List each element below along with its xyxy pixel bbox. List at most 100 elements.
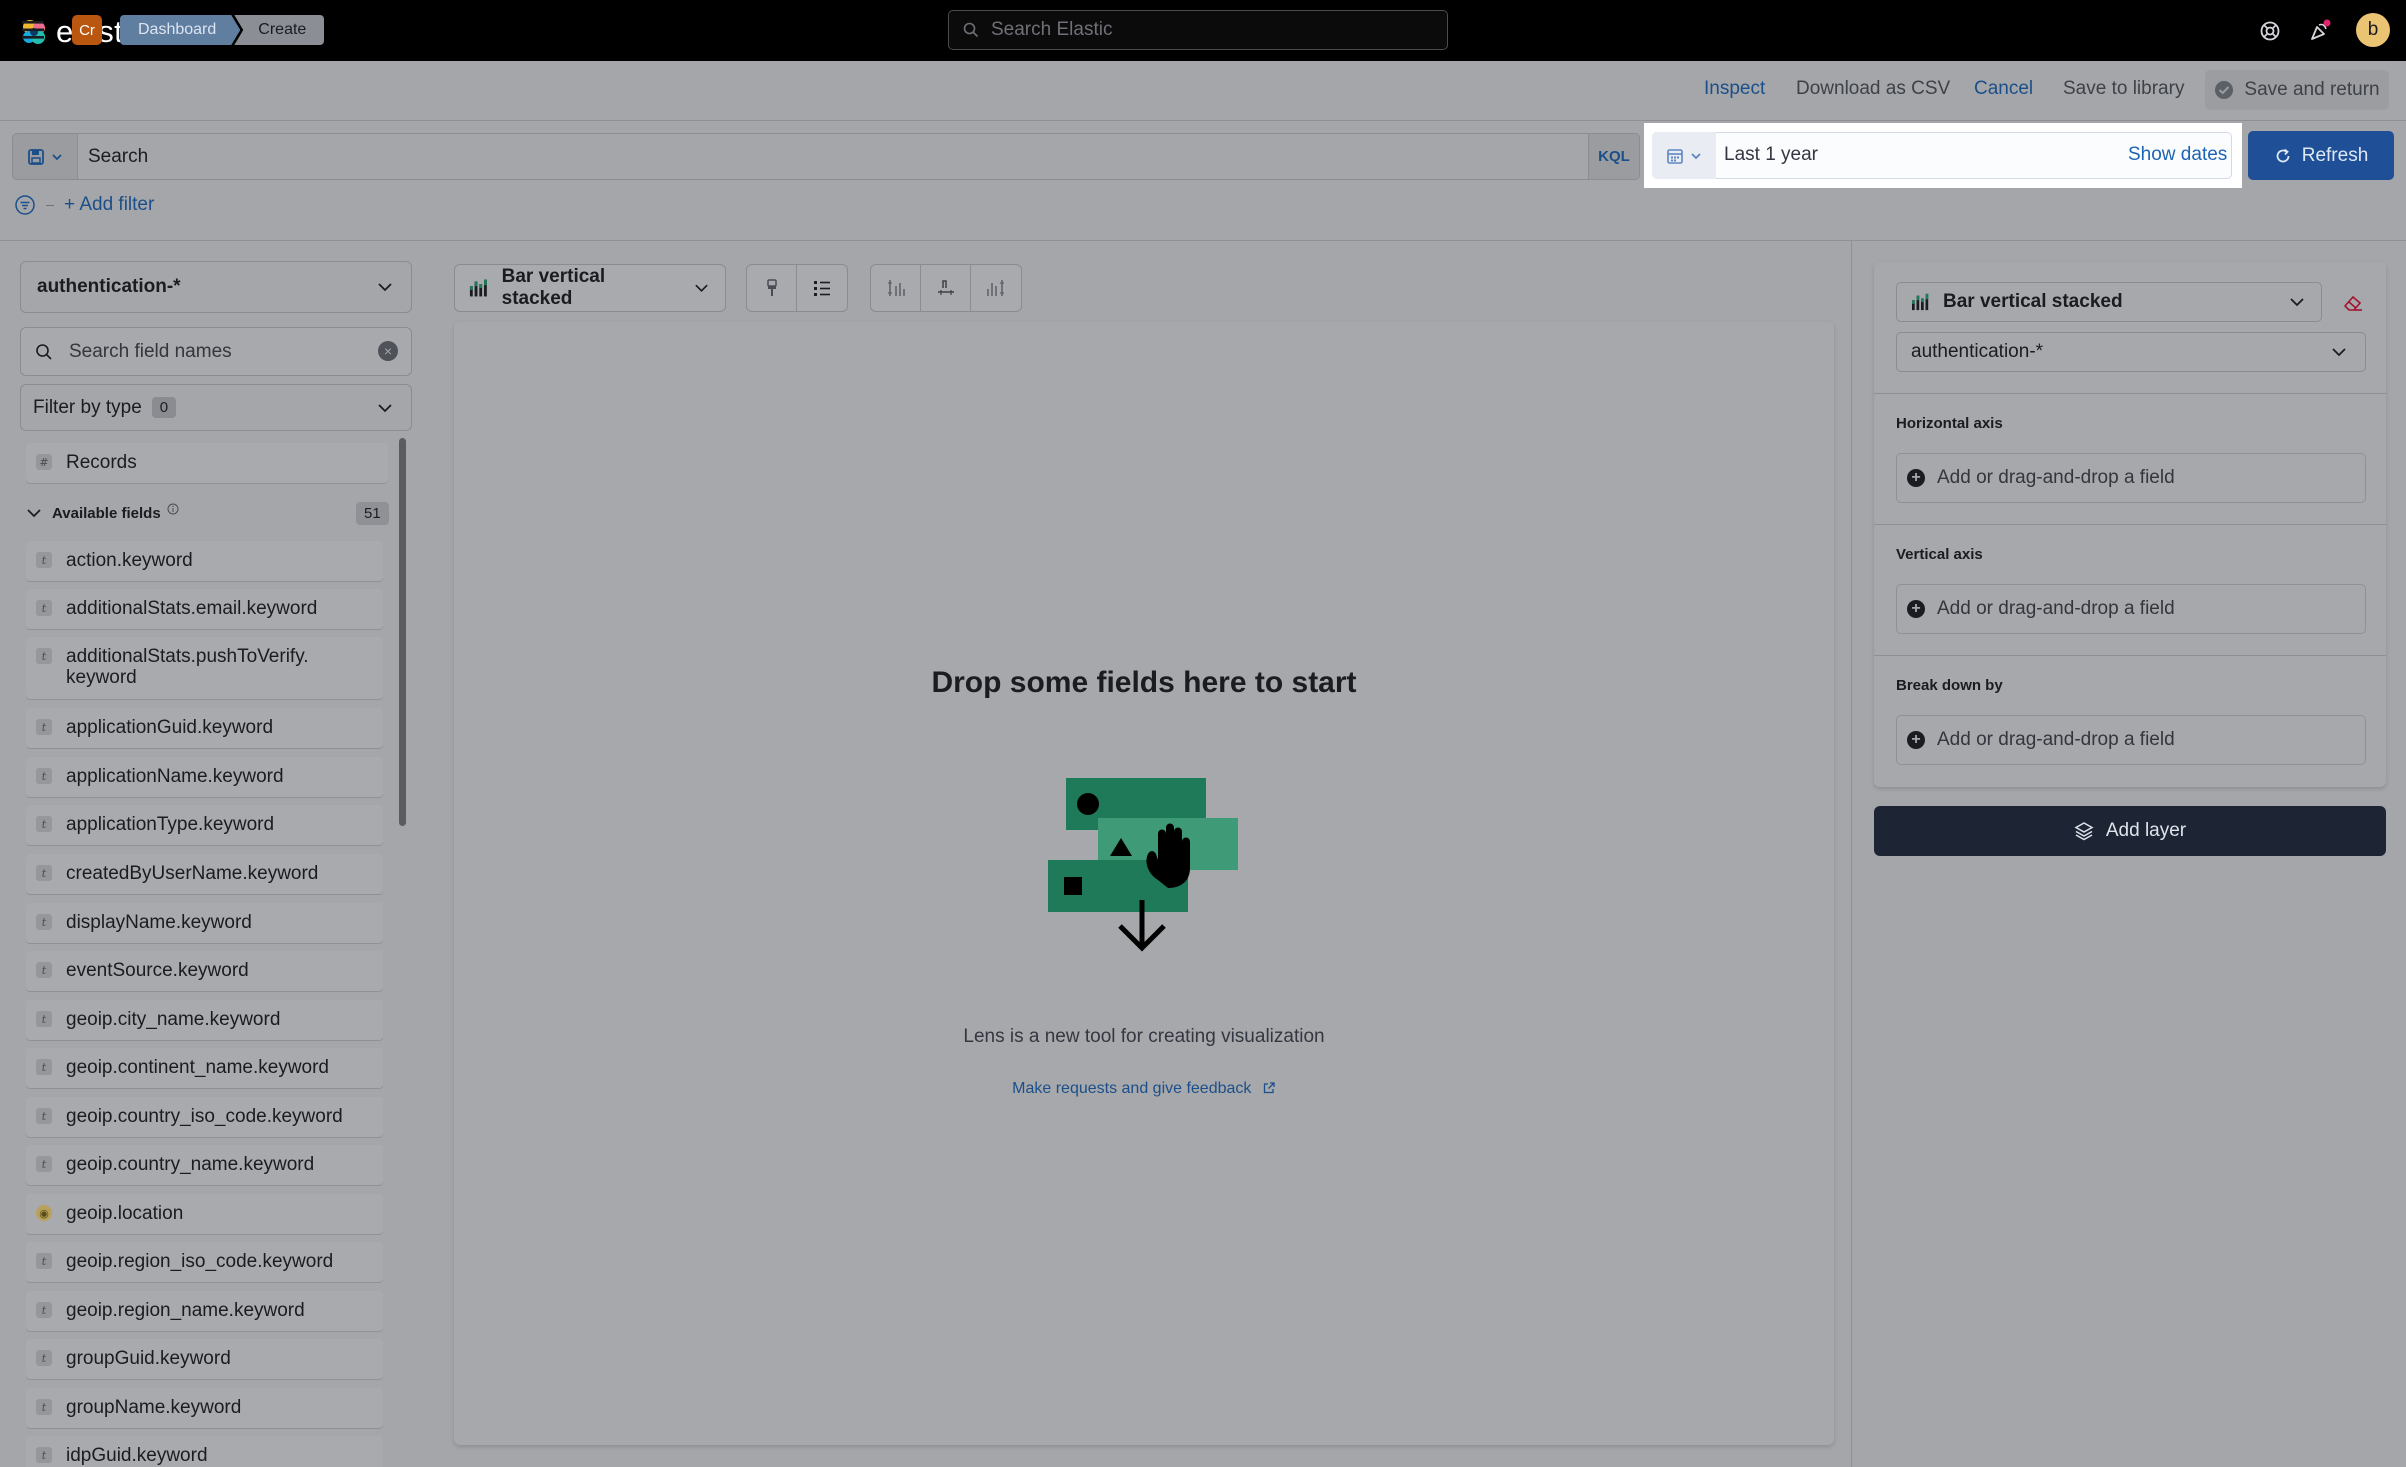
query-search-input[interactable]: Search [78, 133, 1588, 180]
query-language-button[interactable]: KQL [1588, 133, 1640, 180]
index-pattern-select[interactable]: authentication-* [20, 261, 412, 313]
saved-query-button[interactable] [12, 133, 78, 180]
bar-chart-icon [1912, 293, 1929, 311]
menu-toggle-button[interactable] [20, 17, 50, 43]
bottom-axis-icon [937, 280, 954, 295]
cancel-button[interactable]: Cancel [1974, 78, 2033, 100]
string-type-icon: t [36, 719, 52, 735]
list-icon [814, 281, 830, 296]
panel-separator [1874, 655, 2386, 656]
layer-index-pattern-select[interactable]: authentication-* [1896, 332, 2366, 372]
field-list-item[interactable]: t geoip.region_iso_code.keyword [26, 1242, 383, 1282]
field-list-item[interactable]: t eventSource.keyword [26, 951, 383, 991]
remove-layer-button[interactable] [2340, 290, 2366, 316]
bottom-axis-button[interactable] [921, 265, 971, 311]
field-list-item[interactable]: t action.keyword [26, 541, 383, 581]
field-list-scrollbar[interactable] [399, 438, 406, 826]
calendar-icon [1667, 148, 1683, 164]
chart-type-label: Bar vertical stacked [501, 266, 606, 309]
global-search-input[interactable]: Search Elastic [948, 10, 1448, 50]
field-name: geoip.country_name.keyword [66, 1154, 315, 1175]
show-dates-button[interactable]: Show dates [2128, 144, 2227, 166]
feedback-link[interactable]: Make requests and give feedback [454, 1080, 1834, 1098]
available-fields-toggle[interactable]: Available fields [26, 498, 388, 528]
layer-chart-type-select[interactable]: Bar vertical stacked [1896, 282, 2322, 322]
horizontal-axis-drop-zone[interactable]: + Add or drag-and-drop a field [1896, 453, 2366, 503]
field-list-item[interactable]: t applicationGuid.keyword [26, 708, 383, 748]
right-axis-button[interactable] [971, 265, 1021, 311]
legend-settings-button[interactable] [797, 265, 847, 311]
field-list-item[interactable]: t createdByUserName.keyword [26, 854, 383, 894]
records-field[interactable]: # Records [26, 443, 388, 483]
news-feed-button[interactable] [2303, 14, 2337, 48]
inspect-button[interactable]: Inspect [1704, 78, 1765, 100]
lens-description: Lens is a new tool for creating visualiz… [963, 1026, 1325, 1047]
left-axis-button[interactable] [871, 265, 921, 311]
filter-by-type-button[interactable]: Filter by type 0 [20, 384, 412, 431]
field-list-item[interactable]: t geoip.continent_name.keyword [26, 1048, 383, 1088]
field-list-item[interactable]: ◉ geoip.location [26, 1194, 383, 1234]
left-axis-icon [887, 280, 905, 296]
field-search-input[interactable]: Search field names [20, 327, 412, 376]
filter-menu-icon[interactable] [14, 194, 36, 216]
chevron-down-icon [2332, 348, 2346, 357]
eraser-icon [2343, 295, 2362, 311]
drop-zone-placeholder: Add or drag-and-drop a field [1937, 598, 2175, 619]
string-type-icon: t [36, 1108, 52, 1124]
date-range-value[interactable]: Last 1 year [1724, 144, 1818, 166]
available-fields-count: 51 [356, 502, 389, 525]
field-list-item[interactable]: t displayName.keyword [26, 903, 383, 943]
space-avatar[interactable]: Cr [72, 15, 102, 45]
string-type-icon: t [36, 1253, 52, 1269]
drop-fields-illustration [1040, 770, 1250, 961]
chart-type-switcher[interactable]: Bar vertical stacked [454, 264, 726, 312]
field-name: applicationName.keyword [66, 766, 284, 787]
field-list-item[interactable]: t applicationType.keyword [26, 805, 383, 845]
field-name: geoip.region_name.keyword [66, 1300, 305, 1321]
add-layer-button[interactable]: Add layer [1874, 806, 2386, 856]
value-labels-button[interactable] [747, 265, 797, 311]
field-name: applicationType.keyword [66, 814, 275, 835]
add-filter-button[interactable]: + Add filter [64, 194, 154, 216]
string-type-icon: t [36, 962, 52, 978]
filter-divider [46, 204, 54, 206]
index-pattern-value: authentication-* [37, 276, 181, 297]
field-search-placeholder: Search field names [69, 340, 232, 362]
breadcrumb-create: Create [234, 15, 325, 45]
help-menu-button[interactable] [2253, 14, 2287, 48]
info-icon[interactable] [167, 503, 179, 515]
save-and-return-button[interactable]: Save and return [2205, 70, 2389, 110]
field-list-item[interactable]: t groupName.keyword [26, 1388, 383, 1428]
break-down-drop-zone[interactable]: + Add or drag-and-drop a field [1896, 715, 2366, 765]
field-name: geoip.country_iso_code.keyword [66, 1106, 343, 1127]
field-list-item[interactable]: t geoip.city_name.keyword [26, 1000, 383, 1040]
chevron-down-icon [27, 509, 41, 518]
field-list-item[interactable]: t geoip.region_name.keyword [26, 1291, 383, 1331]
field-list-item[interactable]: t additionalStats.email.keyword [26, 589, 383, 629]
breadcrumb-dashboard[interactable]: Dashboard [120, 15, 240, 45]
breadcrumb: Dashboard Create [120, 15, 325, 45]
field-name: geoip.location [66, 1203, 184, 1224]
panel-separator [1874, 393, 2386, 394]
field-name: groupName.keyword [66, 1397, 242, 1418]
field-list-item[interactable]: t additionalStats.pushToVerify. keyword [26, 637, 383, 699]
field-list-item[interactable]: t groupGuid.keyword [26, 1339, 383, 1379]
refresh-button[interactable]: Refresh [2248, 131, 2394, 180]
user-avatar[interactable]: b [2356, 13, 2390, 47]
axis-options-group [870, 264, 1022, 312]
field-name: geoip.continent_name.keyword [66, 1057, 330, 1078]
query-bar-divider [0, 240, 2406, 241]
download-csv-button[interactable]: Download as CSV [1796, 78, 1950, 100]
string-type-icon: t [36, 1399, 52, 1415]
field-list-item[interactable]: t geoip.country_name.keyword [26, 1145, 383, 1185]
save-to-library-button[interactable]: Save to library [2063, 78, 2184, 100]
quick-select-button[interactable] [1652, 132, 1716, 179]
field-list-item[interactable]: t idpGuid.keyword [26, 1436, 383, 1467]
field-list-item[interactable]: t applicationName.keyword [26, 757, 383, 797]
field-list-item[interactable]: t geoip.country_iso_code.keyword [26, 1097, 383, 1137]
vertical-axis-label: Vertical axis [1896, 546, 1983, 563]
drop-zone-placeholder: Add or drag-and-drop a field [1937, 467, 2175, 488]
vertical-axis-drop-zone[interactable]: + Add or drag-and-drop a field [1896, 584, 2366, 634]
check-circle-icon [2215, 81, 2234, 99]
clear-search-icon[interactable]: × [378, 341, 398, 361]
